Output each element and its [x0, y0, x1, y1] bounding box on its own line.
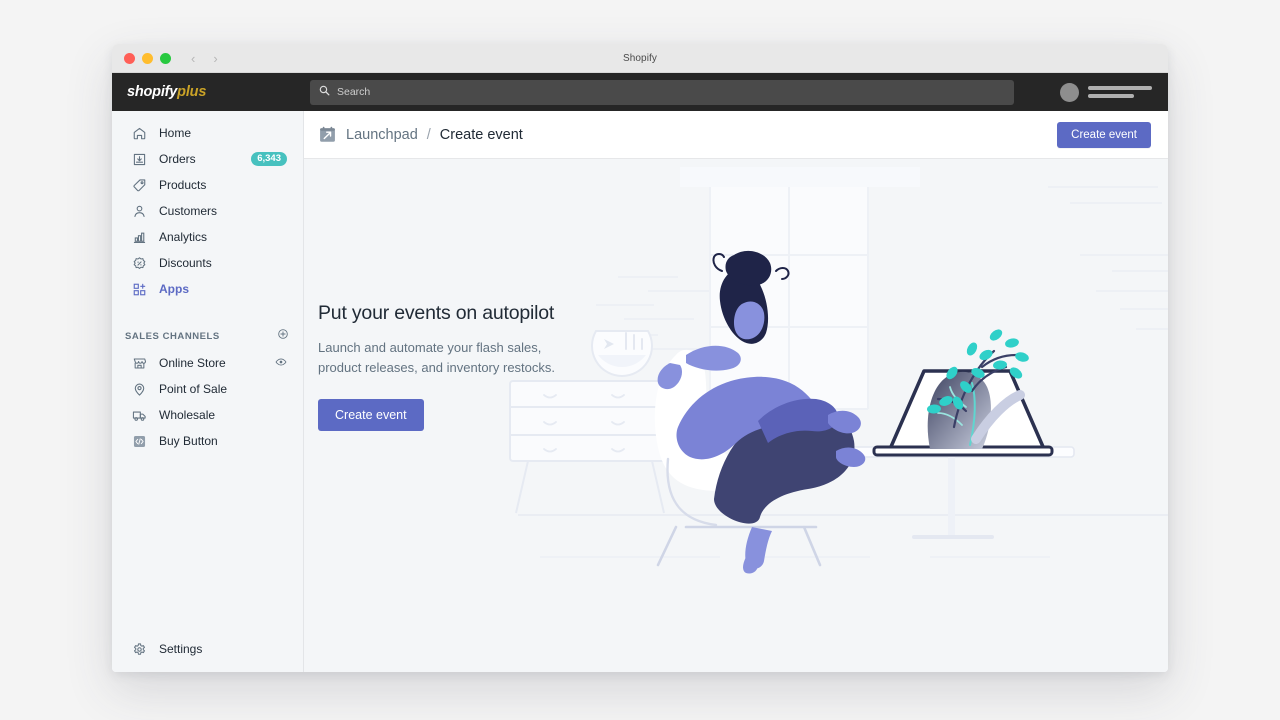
gear-icon	[131, 641, 148, 658]
account-name-placeholder	[1088, 86, 1152, 98]
breadcrumb-root[interactable]: Launchpad	[346, 127, 418, 143]
apps-icon	[131, 281, 148, 298]
page-header: Launchpad / Create event Create event	[304, 111, 1168, 159]
sidebar-item-products[interactable]: Products	[118, 172, 297, 198]
sidebar-item-home[interactable]: Home	[118, 120, 297, 146]
sidebar-item-label: Discounts	[159, 256, 212, 270]
app-topbar: shopifyplus Search	[112, 73, 1168, 111]
sidebar-item-label: Point of Sale	[159, 382, 228, 396]
store-icon	[131, 355, 148, 372]
code-icon	[131, 433, 148, 450]
breadcrumb-separator: /	[426, 126, 431, 143]
shopify-plus-logo[interactable]: shopifyplus	[112, 84, 304, 100]
sidebar-item-label: Home	[159, 126, 192, 140]
sidebar-item-label: Wholesale	[159, 408, 216, 422]
create-event-header-button[interactable]: Create event	[1057, 121, 1151, 148]
sidebar-item-online-store[interactable]: Online Store	[118, 350, 297, 376]
truck-icon	[131, 407, 148, 424]
hero-block: Put your events on autopilot Launch and …	[318, 302, 608, 432]
sidebar-item-label: Customers	[159, 204, 218, 218]
sidebar-item-customers[interactable]: Customers	[118, 198, 297, 224]
sidebar-item-label: Analytics	[159, 230, 208, 244]
page-content: Put your events on autopilot Launch and …	[304, 159, 1168, 672]
search-input[interactable]: Search	[310, 79, 1014, 105]
sales-channels-nav: Online Store Point of Sale Wholesale Buy…	[112, 350, 303, 454]
account-menu[interactable]	[1048, 82, 1168, 102]
main-content: Launchpad / Create event Create event Pu…	[304, 111, 1168, 672]
sidebar-item-label: Orders	[159, 152, 196, 166]
sidebar-item-label: Settings	[159, 642, 203, 656]
breadcrumb: Launchpad / Create event	[318, 125, 1057, 144]
hero-heading: Put your events on autopilot	[318, 302, 555, 324]
avatar	[1060, 82, 1079, 102]
breadcrumb-current: Create event	[439, 126, 523, 143]
discounts-icon	[131, 255, 148, 272]
sidebar-item-discounts[interactable]: Discounts	[118, 250, 297, 276]
sidebar-item-label: Apps	[159, 282, 189, 296]
sidebar-item-label: Online Store	[159, 356, 226, 370]
products-icon	[131, 177, 148, 194]
sidebar-item-settings[interactable]: Settings	[118, 636, 297, 662]
hero-description: Launch and automate your flash sales, pr…	[318, 340, 556, 376]
sidebar-item-label: Products	[159, 178, 207, 192]
location-pin-icon	[131, 381, 148, 398]
orders-icon	[131, 151, 148, 168]
search-placeholder-text: Search	[337, 86, 371, 98]
add-sales-channel-icon[interactable]	[277, 327, 289, 345]
browser-window: ‹ › Shopify shopifyplus Search Home Orde…	[112, 44, 1168, 672]
sidebar-footer: Settings	[112, 636, 303, 672]
sidebar-item-label: Buy Button	[159, 434, 218, 448]
brand-primary-text: shopify	[127, 84, 178, 100]
search-container: Search	[304, 79, 1048, 105]
sidebar-item-point-of-sale[interactable]: Point of Sale	[118, 376, 297, 402]
customers-icon	[131, 203, 148, 220]
sidebar-item-apps[interactable]: Apps	[118, 276, 297, 302]
sidebar-item-orders[interactable]: Orders 6,343	[118, 146, 297, 172]
sidebar-item-wholesale[interactable]: Wholesale	[118, 402, 297, 428]
sidebar: Home Orders 6,343 Products Customers Ana…	[112, 111, 304, 672]
primary-nav: Home Orders 6,343 Products Customers Ana…	[112, 120, 303, 302]
launchpad-icon	[318, 125, 337, 144]
search-icon	[319, 83, 330, 101]
sidebar-item-buy-button[interactable]: Buy Button	[118, 428, 297, 454]
window-title: Shopify	[622, 52, 658, 64]
app-body: Home Orders 6,343 Products Customers Ana…	[112, 111, 1168, 672]
sales-channels-title: SALES CHANNELS	[125, 330, 220, 342]
window-titlebar: ‹ › Shopify	[112, 44, 1168, 73]
brand-secondary-text: plus	[177, 84, 207, 100]
preview-store-icon[interactable]	[275, 356, 287, 371]
sidebar-item-analytics[interactable]: Analytics	[118, 224, 297, 250]
home-icon	[131, 125, 148, 142]
orders-count-badge: 6,343	[251, 152, 287, 166]
create-event-cta-button[interactable]: Create event	[318, 399, 424, 432]
sales-channels-header: SALES CHANNELS	[112, 328, 303, 344]
analytics-icon	[131, 229, 148, 246]
